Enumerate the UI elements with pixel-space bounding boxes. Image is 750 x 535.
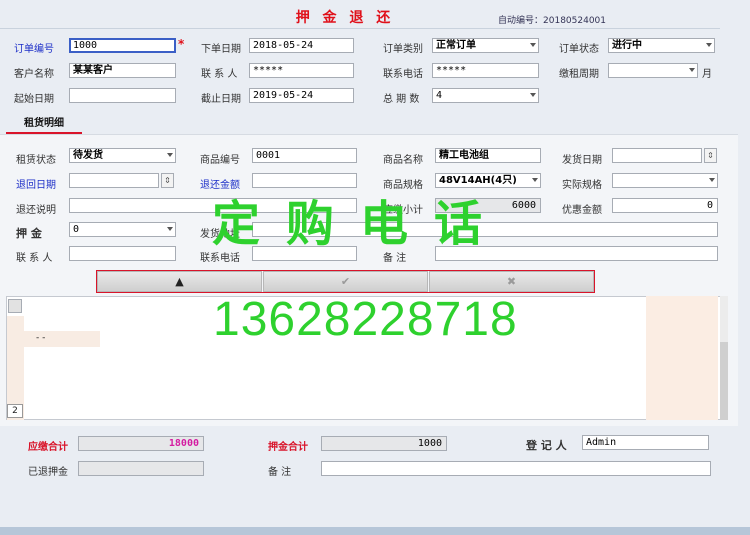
chevron-down-icon [706,43,712,47]
product-no-input[interactable]: 0001 [252,148,357,163]
month-unit-label: 月 [702,69,712,80]
product-no-label: 商品编号 [200,155,240,166]
contact-input[interactable]: ***** [249,63,354,78]
registrar-input[interactable]: Admin [582,435,709,450]
periods-select[interactable]: 4 [432,88,539,103]
ship-date-label: 发货日期 [562,155,602,166]
detail-contact-input[interactable] [69,246,176,261]
registrar-label: 登 记 人 [526,439,567,452]
ship-date-input[interactable] [612,148,702,163]
auto-number: 自动编号：20180524001 [498,13,606,26]
rent-status-value: 待发货 [73,150,103,161]
due-total-value: 18000 [78,436,204,451]
contact-label: 联 系 人 [201,69,238,80]
header-divider [0,28,720,29]
detail-contact-label: 联 系 人 [16,253,53,264]
auto-number-value: 20180524001 [543,16,607,26]
end-date-label: 截止日期 [201,94,241,105]
refunded-value [78,461,204,476]
discount-input[interactable]: 0 [612,198,718,213]
chevron-down-icon [689,68,695,72]
order-date-input[interactable]: 2018-05-24 [249,38,354,53]
due-total-label: 应缴合计 [28,442,68,453]
summary-remark-input[interactable] [321,461,711,476]
periods-label: 总 期 数 [383,94,420,105]
order-type-label: 订单类别 [383,44,423,55]
periods-value: 4 [436,90,443,101]
chevron-down-icon [530,93,536,97]
product-name-input[interactable]: 精工电池组 [435,148,541,163]
cancel-button[interactable]: ✖ [429,271,594,292]
watermark-line2: 13628228718 [213,293,518,346]
return-date-input[interactable] [69,173,159,188]
actual-spec-select[interactable] [612,173,718,188]
required-star: * [178,37,185,51]
order-type-value: 正常订单 [436,40,476,51]
actual-spec-label: 实际规格 [562,180,602,191]
chevron-down-icon [709,178,715,182]
phone-input[interactable]: ***** [432,63,539,78]
rent-period-select[interactable] [608,63,698,78]
order-status-value: 进行中 [612,40,642,51]
chevron-down-icon [530,43,536,47]
rent-status-select[interactable]: 待发货 [69,148,176,163]
chevron-down-icon [532,178,538,182]
deposit-label: 押 金 [16,227,42,240]
bottom-border [0,527,750,535]
auto-number-label: 自动编号： [498,16,544,26]
grid-right-column [646,296,718,420]
return-date-label: 退回日期 [16,180,56,191]
order-status-label: 订单状态 [559,44,599,55]
move-up-button[interactable]: ▲ [97,271,262,292]
order-status-select[interactable]: 进行中 [608,38,715,53]
return-note-label: 退还说明 [16,205,56,216]
deposit-total-label: 押金合计 [268,442,308,453]
start-date-label: 起始日期 [14,94,54,105]
order-no-input[interactable]: 1000 [69,38,176,53]
start-date-input[interactable] [69,88,176,103]
deposit-select[interactable]: 0 [69,222,176,237]
deposit-value: 0 [73,224,80,235]
discount-label: 优惠金额 [562,205,602,216]
tab-rental-detail[interactable]: 租货明细 [6,115,82,135]
table-row[interactable]: - - [24,331,100,347]
scrollbar-thumb[interactable] [720,342,728,420]
phone-label: 联系电话 [383,69,423,80]
watermark-line1: 定购电话 [212,196,509,252]
product-name-label: 商品名称 [383,155,423,166]
order-date-label: 下单日期 [201,44,241,55]
chevron-down-icon [167,153,173,157]
rent-status-label: 租赁状态 [16,155,56,166]
customer-input[interactable]: 某某客户 [69,63,176,78]
deposit-total-value: 1000 [321,436,447,451]
refunded-label: 已退押金 [28,467,68,478]
order-no-label: 订单编号 [14,44,54,55]
spinner-icon[interactable]: ⇕ [161,173,174,188]
summary-remark-label: 备 注 [268,467,292,478]
page-number: 2 [7,404,23,418]
chevron-down-icon [167,227,173,231]
end-date-input[interactable]: 2019-05-24 [249,88,354,103]
row-text: - - [36,333,46,343]
rent-period-label: 缴租周期 [559,69,599,80]
customer-label: 客户名称 [14,69,54,80]
confirm-button[interactable]: ✔ [263,271,428,292]
spinner-icon[interactable]: ⇕ [704,148,717,163]
grid-corner-button[interactable] [8,299,22,313]
order-type-select[interactable]: 正常订单 [432,38,539,53]
